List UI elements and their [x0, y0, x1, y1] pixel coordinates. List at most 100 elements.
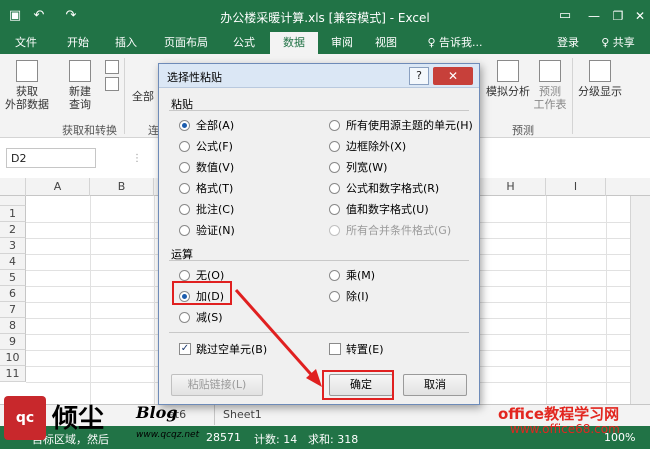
- what-if-label: 模拟分析: [486, 85, 530, 98]
- outline-icon: [589, 60, 611, 82]
- paste-option-formats[interactable]: 格式(T): [179, 181, 233, 197]
- share-button[interactable]: ♀ 共享: [592, 32, 644, 54]
- external-data-icon: [16, 60, 38, 82]
- row-header[interactable]: 7: [0, 302, 26, 318]
- divider: [169, 110, 469, 111]
- row-header[interactable]: 8: [0, 318, 26, 334]
- paste-option-comments[interactable]: 批注(C): [179, 202, 234, 218]
- paste-option-formulas-number-formats[interactable]: 公式和数字格式(R): [329, 181, 439, 197]
- paste-special-dialog: 选择性粘贴 ? ✕ 粘贴 全部(A) 公式(F) 数值(V) 格式(T) 批注(…: [158, 63, 480, 405]
- skip-blanks-checkbox[interactable]: ✓ 跳过空单元(B): [179, 342, 267, 358]
- get-external-data-button[interactable]: 获取 外部数据: [4, 60, 50, 111]
- title-bar: ▣ ↶ ↷ 办公楼采暖计算.xls [兼容模式] - Excel ▭ — ❐ ✕: [0, 0, 650, 32]
- tab-data[interactable]: 数据: [270, 32, 318, 54]
- new-query-button[interactable]: 新建 查询: [60, 60, 100, 111]
- tab-review[interactable]: 审阅: [322, 32, 362, 54]
- column-header[interactable]: B: [90, 178, 154, 196]
- option-label: 除(I): [346, 290, 369, 303]
- what-if-icon: [497, 60, 519, 82]
- row-header[interactable]: 5: [0, 270, 26, 286]
- option-label: 减(S): [196, 311, 223, 324]
- row-header[interactable]: 3: [0, 238, 26, 254]
- outline-button[interactable]: 分级显示: [574, 60, 626, 98]
- radio: [329, 290, 340, 302]
- dialog-close-button[interactable]: ✕: [433, 67, 473, 85]
- ribbon-tabs: 文件 开始 插入 页面布局 公式 数据 审阅 视图 ♀ 告诉我... 登录 ♀ …: [0, 32, 650, 54]
- tell-me-search[interactable]: ♀ 告诉我...: [420, 32, 490, 54]
- radio: [179, 140, 190, 152]
- refresh-all-button[interactable]: 全部: [128, 90, 158, 103]
- blog-name: 倾尘: [52, 404, 105, 434]
- formula-options-icon[interactable]: ⋮: [132, 153, 142, 164]
- tab-page-layout[interactable]: 页面布局: [156, 32, 216, 54]
- select-all-corner[interactable]: [0, 178, 26, 196]
- dialog-title-bar[interactable]: 选择性粘贴 ? ✕: [159, 64, 479, 88]
- tab-file[interactable]: 文件: [6, 32, 46, 54]
- option-label: 跳过空单元(B): [196, 343, 268, 356]
- checkbox-checked: ✓: [179, 343, 191, 355]
- option-label: 公式(F): [196, 140, 233, 153]
- paste-option-no-borders[interactable]: 边框除外(X): [329, 139, 406, 155]
- tab-view[interactable]: 视图: [366, 32, 406, 54]
- save-icon[interactable]: ▣: [6, 8, 24, 24]
- paste-option-values-number-formats[interactable]: 值和数字格式(U): [329, 202, 429, 218]
- paste-option-validation[interactable]: 验证(N): [179, 223, 235, 239]
- blog-name-en: Blog: [136, 403, 178, 422]
- row-header[interactable]: 9: [0, 334, 26, 350]
- row-header[interactable]: 10: [0, 350, 26, 366]
- query-small-icons[interactable]: [102, 60, 122, 94]
- row-header[interactable]: 2: [0, 222, 26, 238]
- name-box[interactable]: D2: [6, 148, 96, 168]
- column-header[interactable]: H: [476, 178, 546, 196]
- ribbon-display-icon[interactable]: ▭: [556, 8, 574, 24]
- paste-option-values[interactable]: 数值(V): [179, 160, 234, 176]
- paste-option-source-theme[interactable]: 所有使用源主题的单元(H): [329, 118, 473, 134]
- login-link[interactable]: 登录: [550, 32, 586, 54]
- option-label: 所有合并条件格式(G): [346, 224, 452, 237]
- tab-insert[interactable]: 插入: [106, 32, 146, 54]
- checkbox: [329, 343, 341, 355]
- operation-multiply[interactable]: 乘(M): [329, 268, 375, 284]
- radio: [329, 119, 340, 131]
- cancel-button[interactable]: 取消: [403, 374, 467, 396]
- vertical-scrollbar[interactable]: [630, 196, 650, 404]
- forecast-sheet-button[interactable]: 预测 工作表: [532, 60, 568, 111]
- option-label: 格式(T): [196, 182, 234, 195]
- what-if-analysis-button[interactable]: 模拟分析: [484, 60, 532, 98]
- column-header[interactable]: I: [546, 178, 606, 196]
- paste-option-all[interactable]: 全部(A): [179, 118, 234, 134]
- option-label: 转置(E): [346, 343, 384, 356]
- divider: [169, 260, 469, 261]
- option-label: 批注(C): [196, 203, 235, 216]
- row-header[interactable]: 11: [0, 366, 26, 382]
- gridline: [154, 196, 155, 404]
- radio-selected: [179, 119, 190, 131]
- redo-icon[interactable]: ↷: [62, 8, 80, 24]
- close-button[interactable]: ✕: [626, 6, 650, 26]
- column-header[interactable]: A: [26, 178, 90, 196]
- forecast-chart-icon: [539, 60, 561, 82]
- sheet-tab[interactable]: Sheet1: [214, 405, 270, 425]
- tab-formulas[interactable]: 公式: [224, 32, 264, 54]
- gridline: [90, 196, 91, 404]
- operation-divide[interactable]: 除(I): [329, 289, 369, 305]
- tab-home[interactable]: 开始: [58, 32, 98, 54]
- row-header[interactable]: 4: [0, 254, 26, 270]
- row-header-spacer: [0, 196, 26, 206]
- radio: [329, 161, 340, 173]
- transpose-checkbox[interactable]: 转置(E): [329, 342, 384, 358]
- row-header[interactable]: 6: [0, 286, 26, 302]
- recent-sources-icon: [105, 77, 119, 91]
- operation-subtract[interactable]: 减(S): [179, 310, 223, 326]
- dialog-help-button[interactable]: ?: [409, 67, 429, 85]
- option-label: 边框除外(X): [346, 140, 407, 153]
- undo-icon[interactable]: ↶: [30, 8, 48, 24]
- site-url-watermark: www.office68.com: [510, 422, 620, 436]
- forecast-sheet-label: 预测 工作表: [533, 85, 567, 111]
- row-header[interactable]: 1: [0, 206, 26, 222]
- paste-option-column-widths[interactable]: 列宽(W): [329, 160, 387, 176]
- paste-option-formulas[interactable]: 公式(F): [179, 139, 233, 155]
- paste-link-button: 粘贴链接(L): [171, 374, 263, 396]
- radio: [179, 182, 190, 194]
- radio: [329, 182, 340, 194]
